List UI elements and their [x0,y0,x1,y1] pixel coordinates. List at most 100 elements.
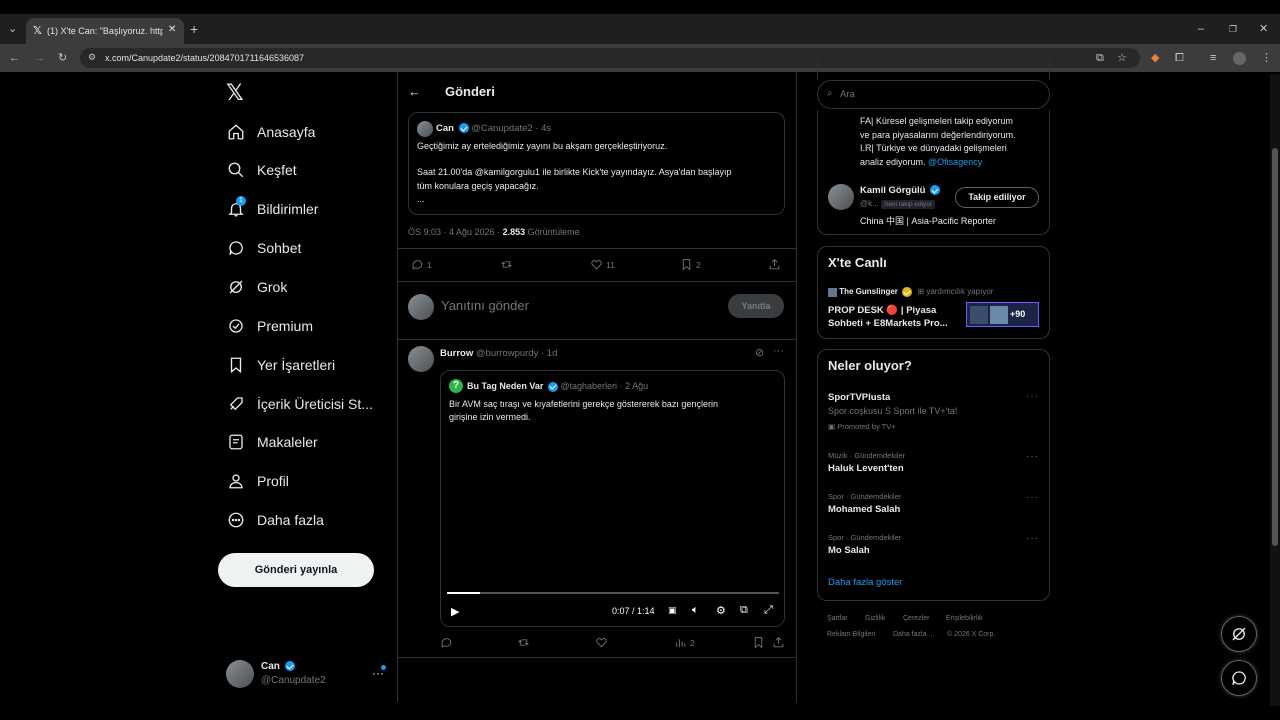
messages-fab-button[interactable] [1221,660,1257,696]
footer-link[interactable]: Şartlar [827,615,848,622]
reply-action[interactable] [440,636,456,649]
views-action[interactable]: 2 [674,636,695,649]
reading-list-icon[interactable]: ≡ [1210,51,1216,65]
fullscreen-icon[interactable]: ⤢ [764,604,773,617]
trend-more-icon[interactable]: ··· [1026,533,1039,544]
live-section-title: X'te Canlı [828,255,887,270]
nav-chat[interactable]: Sohbet [226,233,301,263]
x-logo-icon[interactable]: 𝕏 [226,80,244,106]
grok-fab-button[interactable] [1221,616,1257,652]
bookmark-action[interactable]: 2 [680,258,701,271]
live-host-row[interactable]: The Gunslinger ⊞ yardımcılık yapıyor [828,287,993,297]
play-icon[interactable]: ▶ [451,605,459,618]
profile-avatar-icon[interactable] [1233,52,1246,65]
reply-author-row: Burrow @burrowpurdy · 1d [440,348,557,359]
grok-post-icon[interactable]: ⊘ [755,346,764,359]
share-action[interactable] [768,258,784,271]
nav-notifications[interactable]: 1 Bildirimler [226,194,318,224]
back-icon[interactable]: ← [9,51,20,65]
trend-title[interactable]: Mohamed Salah [828,504,900,515]
nav-grok[interactable]: Grok [226,272,287,302]
show-more-link[interactable]: Daha fazla göster [828,577,902,588]
nav-premium[interactable]: Premium [226,311,313,341]
following-button[interactable]: Takip ediliyor [955,187,1039,208]
picture-in-picture-icon[interactable]: ⧉ [740,604,748,617]
x-favicon-icon: 𝕏 [33,25,42,37]
video-player[interactable]: ▶ 0:07 / 1:14 ▣ 🔈︎ ⚙ ⧉ ⤢ [441,427,784,626]
new-tab-icon[interactable]: + [190,22,198,36]
reply-author-name[interactable]: Burrow [440,348,473,359]
post-button[interactable]: Gönderi yayınla [218,553,374,587]
window-close-icon[interactable]: ✕ [1259,22,1268,36]
site-info-icon[interactable]: ⚙ [88,52,96,63]
reply-action[interactable]: 1 [411,258,432,271]
settings-icon[interactable]: ⚙ [716,604,726,617]
repost-action[interactable] [517,636,533,649]
footer-link[interactable]: Gizlilik [865,615,885,622]
back-arrow-icon[interactable]: ← [408,84,421,99]
post-views-count: 2.853 [502,227,526,237]
nav-explore[interactable]: Keşfet [226,155,297,185]
reply-author-avatar[interactable] [408,346,434,372]
search-input[interactable]: ⌕ Ara [817,80,1050,109]
post-more-icon[interactable]: ··· [773,345,784,357]
nav-more[interactable]: Daha fazla [226,505,324,535]
video-progress-track[interactable] [447,592,779,594]
nav-articles[interactable]: Makaleler [226,427,318,457]
footer-link[interactable]: Çerezler [903,615,929,622]
bio-line: I.R| Türkiye ve dünyadaki gelişmeleri [860,143,1007,153]
reply-button[interactable]: Yanıtla [728,294,784,318]
suggested-user-avatar[interactable] [828,184,854,210]
forward-icon[interactable]: → [34,51,45,65]
bio-link[interactable]: @Ofisagency [928,157,982,167]
like-action[interactable] [595,636,611,649]
like-action[interactable]: 11 [590,258,615,271]
page-scrollbar-thumb[interactable] [1272,148,1278,546]
nav-label: Yer İşaretleri [257,357,336,373]
repost-action[interactable] [500,258,516,271]
footer-link[interactable]: Daha fazla ... [893,631,934,638]
captions-icon[interactable]: ▣ [668,605,677,616]
trend-title[interactable]: Haluk Levent'ten [828,463,904,474]
embedded-quote-card[interactable]: ? Bu Tag Neden Var @taghaberleri · 2 Ağu… [440,370,785,627]
quoted-handle: @Canupdate2 [471,123,533,134]
restore-icon[interactable]: ❐ [1229,22,1237,36]
nav-label: Keşfet [257,162,297,178]
nav-profile[interactable]: Profil [226,466,289,496]
tab-list-chevron-icon[interactable]: ⌄ [8,22,17,36]
quoted-post-card[interactable]: Can @Canupdate2 · 4s Geçtiğimiz ay ertel… [408,112,785,215]
trend-more-icon[interactable]: ··· [1026,492,1039,503]
reply-input[interactable]: Yanıtını gönder [441,298,529,313]
views-count: 2 [690,637,695,648]
account-switcher[interactable]: Can @Canupdate2 ··· [226,660,406,692]
trend-title[interactable]: SporTVPlusta [828,392,890,403]
extensions-puzzle-icon[interactable]: ⧠ [1175,51,1184,65]
repost-icon [501,261,512,268]
extension-fox-icon[interactable]: ◆ [1151,51,1159,65]
post-timestamp[interactable]: ÖS 9:03 · 4 Ağu 2026 · [408,227,500,237]
tab-close-icon[interactable]: ✕ [168,24,176,35]
nav-creator-studio[interactable]: İçerik Üreticisi St... [226,389,373,419]
bookmark-star-icon[interactable]: ☆ [1117,51,1127,65]
minimize-icon[interactable]: – [1198,22,1204,36]
trend-more-icon[interactable]: ··· [1026,391,1039,402]
share-action[interactable] [772,636,788,649]
nav-bookmarks[interactable]: Yer İşaretleri [226,350,335,380]
reload-icon[interactable]: ↻ [58,51,67,65]
nav-label: Grok [257,279,288,295]
suggested-user-row[interactable]: Kamil Görgülü [860,185,941,196]
embedded-text-line: Bir AVM saç tıraşı ve kıyafetlerini gere… [449,399,718,409]
bookmark-action[interactable] [752,636,768,649]
live-listeners[interactable]: +90 [966,302,1039,327]
volume-icon[interactable]: 🔈︎ [692,604,699,617]
install-app-icon[interactable]: ⧉ [1096,51,1104,65]
browser-tab[interactable]: 𝕏 (1) X'te Can: "Başlıyoruz. https:/... … [26,18,184,44]
live-space-title[interactable]: PROP DESK 🔴 | Piyasa Sohbeti + E8Markets… [828,304,948,330]
footer-link[interactable]: Reklam Bilgileri [827,631,875,638]
nav-label: Daha fazla [257,512,324,528]
trend-more-icon[interactable]: ··· [1026,451,1039,462]
trend-title[interactable]: Mo Salah [828,545,870,556]
browser-menu-icon[interactable]: ⋮ [1261,51,1272,65]
nav-home[interactable]: Anasayfa [226,117,315,147]
footer-link[interactable]: Erişilebilirlik [946,615,983,622]
